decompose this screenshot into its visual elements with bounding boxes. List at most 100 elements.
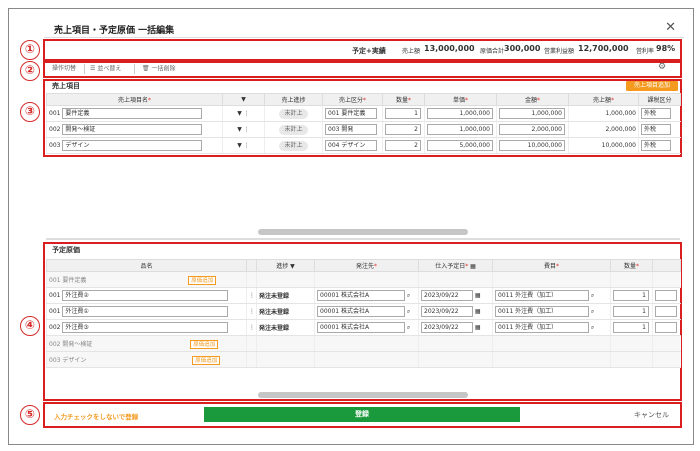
col-label: 売上区分 bbox=[338, 97, 363, 104]
bulk-delete-button[interactable]: 🗑 一括削除 bbox=[142, 64, 176, 74]
category-select[interactable]: 003 開発 bbox=[325, 124, 377, 135]
price-input[interactable]: 1,000,000 bbox=[427, 124, 493, 135]
sort-button[interactable]: ☰ 並べ替え bbox=[90, 64, 121, 74]
col-price: 単価* bbox=[424, 93, 497, 106]
register-without-check-link[interactable]: 入力チェックをしないで登録 bbox=[54, 411, 138, 421]
amount-input[interactable]: 10,000,000 bbox=[499, 140, 565, 151]
cost-horizontal-scrollbar[interactable] bbox=[258, 392, 468, 398]
more-icon[interactable]: ⋮ bbox=[244, 110, 250, 117]
vendor-input[interactable]: 00001 株式会社A bbox=[317, 290, 405, 301]
category-select[interactable]: 001 要件定義 bbox=[325, 108, 377, 119]
qty-input[interactable]: 2 bbox=[385, 124, 421, 135]
calendar-icon[interactable]: ▦ bbox=[475, 308, 481, 315]
extra-input[interactable] bbox=[655, 290, 677, 301]
col-label: 数量 bbox=[623, 263, 636, 270]
extra-input[interactable] bbox=[655, 322, 677, 333]
sales-horizontal-scrollbar[interactable] bbox=[258, 229, 468, 235]
register-button[interactable]: 登録 bbox=[204, 407, 520, 422]
search-icon[interactable]: ⌕ bbox=[591, 308, 594, 315]
cost-name-input[interactable]: 外注費② bbox=[62, 290, 229, 301]
filter-icon[interactable]: ▼ bbox=[290, 263, 295, 270]
marker-3: ③ bbox=[20, 102, 40, 122]
splitter[interactable] bbox=[46, 238, 680, 240]
close-icon[interactable]: ✕ bbox=[665, 20, 676, 35]
cost-group-row: 003 デザイン 原価追加 bbox=[46, 351, 681, 368]
qty-input[interactable]: 1 bbox=[385, 108, 421, 119]
col-qty: 数量* bbox=[382, 93, 425, 106]
search-icon[interactable]: ⌕ bbox=[591, 292, 594, 299]
qty-input[interactable]: 1 bbox=[613, 306, 649, 317]
date-input[interactable]: 2023/09/22 bbox=[421, 322, 473, 333]
profit-label: 営業利益額 bbox=[544, 48, 575, 55]
more-icon[interactable]: ⋮ bbox=[244, 142, 250, 149]
expense-item-input[interactable]: 0011 外注費（加工） bbox=[495, 290, 589, 301]
scrollbar-thumb[interactable] bbox=[258, 229, 468, 235]
sales-item-name-input[interactable]: 要件定義 bbox=[62, 108, 203, 119]
col-tax: 課税区分 bbox=[638, 93, 681, 106]
tax-select[interactable]: 外税 bbox=[641, 108, 671, 119]
filter-icon[interactable]: ▼ bbox=[237, 110, 242, 117]
add-sales-item-button[interactable]: 売上項目追加 bbox=[626, 81, 678, 91]
extra-input[interactable] bbox=[655, 306, 677, 317]
row-number: 002 bbox=[49, 126, 61, 133]
add-cost-button[interactable]: 原価追加 bbox=[190, 339, 219, 349]
vendor-input[interactable]: 00001 株式会社A bbox=[317, 322, 405, 333]
cancel-button[interactable]: キャンセル bbox=[634, 410, 669, 420]
more-icon[interactable]: ⋮ bbox=[244, 126, 250, 133]
tax-select[interactable]: 外税 bbox=[641, 124, 671, 135]
col-sales-status: 売上進捗 bbox=[264, 93, 323, 106]
marker-4: ④ bbox=[20, 316, 40, 336]
sales-total-label: 売上額 bbox=[402, 48, 421, 55]
table-row: 001 外注費① ⋮ 発注未登録 00001 株式会社A ⌕ 2023/09/2… bbox=[46, 303, 681, 320]
sort-label: 並べ替え bbox=[97, 65, 122, 73]
add-cost-button[interactable]: 原価追加 bbox=[192, 355, 221, 365]
search-icon[interactable]: ⌕ bbox=[407, 324, 410, 331]
amount-input[interactable]: 2,000,000 bbox=[499, 124, 565, 135]
cost-table: 品名 進捗 ▼ 発注先* 仕入予定日* ▦ 費目* 数量* 001 要件定義 原… bbox=[46, 259, 681, 368]
tax-select[interactable]: 外税 bbox=[641, 140, 671, 151]
more-icon[interactable]: ⋮ bbox=[246, 287, 257, 304]
expense-item-input[interactable]: 0011 外注費（加工） bbox=[495, 306, 589, 317]
cost-name-input[interactable]: 外注費① bbox=[62, 306, 229, 317]
sales-item-name-input[interactable]: 開発～検証 bbox=[62, 124, 203, 135]
filter-icon[interactable]: ▼ bbox=[237, 142, 242, 149]
calendar-icon[interactable]: ▦ bbox=[470, 263, 476, 270]
cost-section-title: 予定原価 bbox=[52, 246, 80, 254]
more-icon[interactable]: ⋮ bbox=[246, 303, 257, 320]
col-sales-amount: 売上額* bbox=[568, 93, 639, 106]
vendor-input[interactable]: 00001 株式会社A bbox=[317, 306, 405, 317]
more-icon[interactable]: ⋮ bbox=[246, 319, 257, 336]
gear-icon[interactable]: ⚙ bbox=[658, 62, 666, 72]
col-item-name: 品名 bbox=[46, 259, 247, 272]
col-purchase-date: 仕入予定日* ▦ bbox=[418, 259, 493, 272]
col-progress: 進捗 ▼ bbox=[256, 259, 315, 272]
date-input[interactable]: 2023/09/22 bbox=[421, 306, 473, 317]
search-icon[interactable]: ⌕ bbox=[407, 308, 410, 315]
col-label: 売上項目名 bbox=[117, 97, 148, 104]
sales-item-name-input[interactable]: デザイン bbox=[62, 140, 203, 151]
filter-icon[interactable]: ▼ bbox=[222, 93, 265, 106]
search-icon[interactable]: ⌕ bbox=[591, 324, 594, 331]
status-text: 発注未登録 bbox=[256, 319, 315, 336]
calendar-icon[interactable]: ▦ bbox=[475, 292, 481, 299]
qty-input[interactable]: 2 bbox=[385, 140, 421, 151]
category-select[interactable]: 004 デザイン bbox=[325, 140, 377, 151]
row-number: 001 bbox=[49, 292, 61, 299]
switch-mode-button[interactable]: 操作切替 bbox=[52, 64, 76, 74]
filter-icon[interactable]: ▼ bbox=[237, 126, 242, 133]
profit-rate-label: 営利率 bbox=[636, 48, 655, 55]
search-icon[interactable]: ⌕ bbox=[407, 292, 410, 299]
sales-amount-value: 10,000,000 bbox=[568, 137, 639, 154]
scrollbar-thumb[interactable] bbox=[258, 392, 468, 398]
amount-input[interactable]: 1,000,000 bbox=[499, 108, 565, 119]
expense-item-input[interactable]: 0011 外注費（加工） bbox=[495, 322, 589, 333]
add-cost-button[interactable]: 原価追加 bbox=[188, 275, 217, 285]
date-input[interactable]: 2023/09/22 bbox=[421, 290, 473, 301]
qty-input[interactable]: 1 bbox=[613, 290, 649, 301]
qty-input[interactable]: 1 bbox=[613, 322, 649, 333]
price-input[interactable]: 1,000,000 bbox=[427, 108, 493, 119]
price-input[interactable]: 5,000,000 bbox=[427, 140, 493, 151]
col-extra bbox=[652, 259, 681, 272]
calendar-icon[interactable]: ▦ bbox=[475, 324, 481, 331]
cost-name-input[interactable]: 外注費③ bbox=[62, 322, 229, 333]
